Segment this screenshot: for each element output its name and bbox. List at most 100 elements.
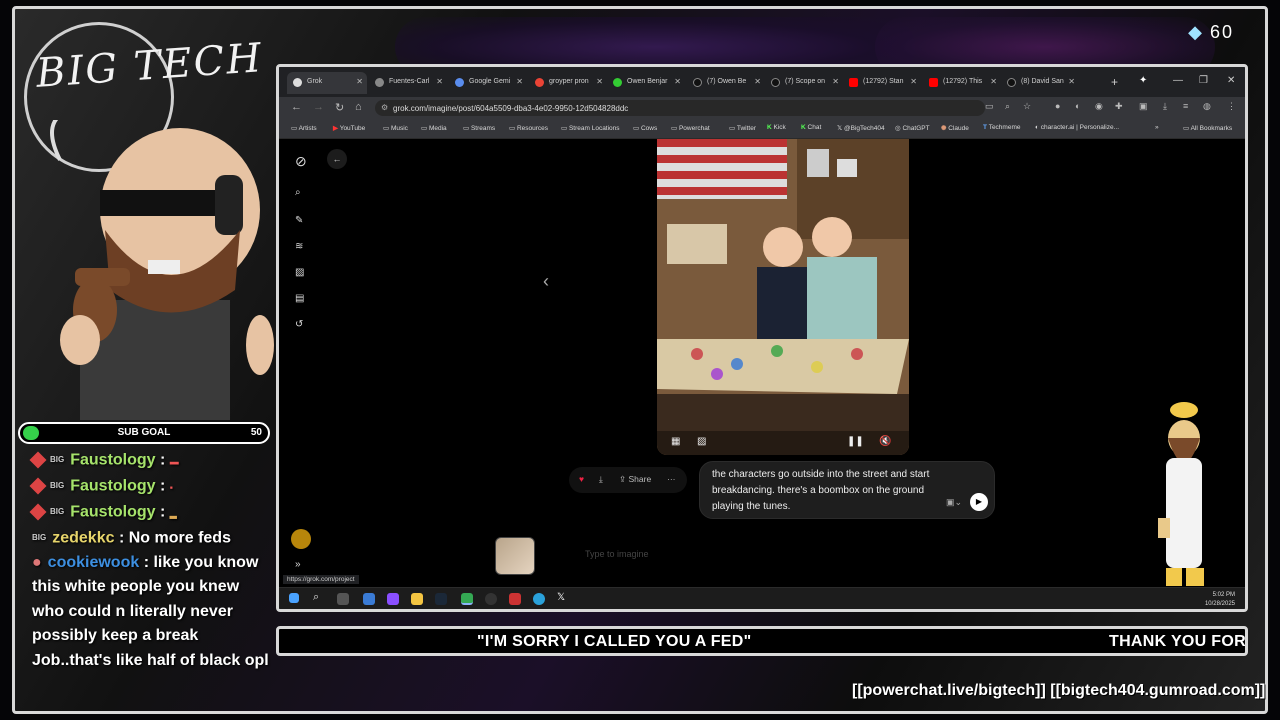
home-icon[interactable]: ⌂ <box>355 101 362 113</box>
new-tab-icon[interactable]: + <box>1111 75 1118 89</box>
windows-start-icon[interactable] <box>289 593 299 603</box>
bookmark-item[interactable]: ▭ Cows <box>633 124 657 132</box>
bookmark-item[interactable]: ◎ ChatGPT <box>895 124 930 132</box>
reference-image-thumbnail[interactable] <box>495 537 535 575</box>
reload-icon[interactable]: ↻ <box>335 101 344 114</box>
tab-item[interactable]: groyper pron ✕ <box>529 72 607 94</box>
projects-icon[interactable]: ▤ <box>295 293 304 304</box>
chrome-icon[interactable] <box>461 593 473 605</box>
minimize-icon[interactable]: — <box>1173 75 1183 86</box>
grid-icon[interactable]: ▦ <box>671 436 680 447</box>
app-icon[interactable] <box>509 593 521 605</box>
imagine-icon[interactable]: ▨ <box>295 267 304 278</box>
bookmark-item[interactable]: T Techmeme <box>983 124 1020 131</box>
x-app-icon[interactable]: 𝕏 <box>557 592 569 604</box>
close-icon[interactable]: ✕ <box>436 77 443 86</box>
bookmark-item[interactable]: ▭ Artists <box>291 124 317 132</box>
close-window-icon[interactable]: ✕ <box>1227 75 1235 86</box>
bookmark-star-icon[interactable]: ☆ <box>1023 101 1031 112</box>
mode-select-icon[interactable]: ▣⌄ <box>946 494 962 510</box>
share-button[interactable]: ⇪ Share <box>619 474 651 485</box>
download-icon[interactable]: ⤓ <box>599 474 603 485</box>
bookmark-item[interactable]: ▶ YouTube <box>333 124 365 132</box>
chat-message: BIG Faustology : ▂ <box>29 500 272 526</box>
cast-icon[interactable]: ▭ <box>985 101 994 112</box>
extension-icon[interactable]: ◉ <box>1095 101 1103 112</box>
menu-kebab-icon[interactable]: ⋮ <box>1227 101 1236 112</box>
bookmark-item[interactable]: ✺ Claude <box>941 124 969 132</box>
extension-icon[interactable]: ● <box>1055 101 1060 111</box>
restore-icon[interactable]: ❐ <box>1199 75 1208 86</box>
expand-sidebar-icon[interactable]: » <box>295 559 301 570</box>
back-button[interactable]: ← <box>327 149 347 169</box>
image-icon[interactable]: ▨ <box>697 436 706 447</box>
obs-icon[interactable] <box>485 593 497 605</box>
telegram-icon[interactable] <box>533 593 545 605</box>
close-icon[interactable]: ✕ <box>910 77 917 86</box>
site-info-icon[interactable]: ⚙ <box>381 103 388 112</box>
tab-item[interactable]: (12792) Stan ✕ <box>843 72 921 94</box>
bookmark-item[interactable]: K Chat <box>801 124 821 131</box>
bookmark-item[interactable]: K Kick <box>767 124 786 131</box>
file-explorer-icon[interactable] <box>411 593 423 605</box>
tab-item[interactable]: Owen Benjar ✕ <box>607 72 685 94</box>
generated-video[interactable]: ▦ ▨ ❚❚ 🔇 <box>657 139 909 455</box>
bookmark-item[interactable]: 𝕏 @BigTech404 <box>837 124 885 132</box>
copilot-icon[interactable] <box>363 593 375 605</box>
close-icon[interactable]: ✕ <box>674 77 681 86</box>
previous-chevron-icon[interactable]: ‹ <box>543 271 549 292</box>
video-controls: ▦ ▨ ❚❚ 🔇 <box>657 431 909 455</box>
forward-icon[interactable]: → <box>313 101 324 113</box>
history-icon[interactable]: ↺ <box>295 319 303 330</box>
url-input[interactable]: ⚙ grok.com/imagine/post/604a5509-dba3-4e0… <box>375 100 985 116</box>
search-icon[interactable]: ⌕ <box>313 591 325 603</box>
bookmark-item[interactable]: ▭ All Bookmarks <box>1183 124 1232 132</box>
task-view-icon[interactable] <box>337 593 349 605</box>
media-icon[interactable]: ≡ <box>1183 101 1188 111</box>
close-icon[interactable]: ✕ <box>754 77 761 86</box>
heart-icon[interactable]: ♥ <box>579 474 584 484</box>
grok-logo-icon[interactable]: ⊘ <box>295 153 307 170</box>
bookmark-item[interactable]: ▭ Streams <box>463 124 495 132</box>
more-options-icon[interactable]: ··· <box>667 474 676 484</box>
zoom-icon[interactable]: ⌕ <box>1005 101 1010 112</box>
mute-icon[interactable]: 🔇 <box>879 436 891 447</box>
user-avatar[interactable] <box>291 529 311 549</box>
bookmark-item[interactable]: ▭ Resources <box>509 124 548 132</box>
bookmark-item[interactable]: ▭ Music <box>383 124 408 132</box>
gemini-spark-icon[interactable]: ✦ <box>1139 75 1147 86</box>
tab-item[interactable]: Google Gemi ✕ <box>449 72 527 94</box>
close-icon[interactable]: ✕ <box>1068 77 1075 86</box>
steam-icon[interactable] <box>435 593 447 605</box>
imagine-input[interactable]: Type to imagine <box>565 543 1065 565</box>
search-icon[interactable]: ⌕ <box>295 187 301 198</box>
close-icon[interactable]: ✕ <box>832 77 839 86</box>
bookmark-item[interactable]: ▭ Media <box>421 124 447 132</box>
bookmark-item[interactable]: ▭ Stream Locations <box>561 124 620 132</box>
tab-grok[interactable]: Grok ✕ <box>287 72 367 94</box>
tab-item[interactable]: (7) Owen Be ✕ <box>687 72 765 94</box>
bookmarks-overflow-icon[interactable]: » <box>1155 124 1159 131</box>
profile-avatar-icon[interactable]: ◍ <box>1203 101 1211 112</box>
close-icon[interactable]: ✕ <box>990 77 997 86</box>
bookmark-item[interactable]: ◐ character.ai | Personalize... <box>1035 124 1119 131</box>
play-generate-button[interactable]: ▶ <box>970 493 988 511</box>
back-icon[interactable]: ← <box>291 101 302 113</box>
pause-icon[interactable]: ❚❚ <box>847 436 864 447</box>
close-icon[interactable]: ✕ <box>596 77 603 86</box>
tab-item[interactable]: (7) Scope on ✕ <box>765 72 843 94</box>
close-icon[interactable]: ✕ <box>356 77 363 86</box>
tab-item[interactable]: Fuentes-Carl ✕ <box>369 72 447 94</box>
extension-icon[interactable]: ◐ <box>1075 101 1080 111</box>
bookmark-item[interactable]: ▭ Powerchat <box>671 124 710 132</box>
edit-icon[interactable]: ✎ <box>295 215 303 226</box>
sidepanel-icon[interactable]: ▣ <box>1139 101 1148 112</box>
app-icon[interactable] <box>387 593 399 605</box>
voice-icon[interactable]: ≋ <box>295 241 303 252</box>
bookmark-item[interactable]: ▭ Twitter <box>729 124 756 132</box>
tab-item[interactable]: (8) David San ✕ <box>1001 72 1079 94</box>
tab-item[interactable]: (12792) This ✕ <box>923 72 1001 94</box>
close-icon[interactable]: ✕ <box>516 77 523 86</box>
puzzle-icon[interactable]: ✚ <box>1115 101 1123 112</box>
download-icon[interactable]: ⤓ <box>1163 101 1167 112</box>
